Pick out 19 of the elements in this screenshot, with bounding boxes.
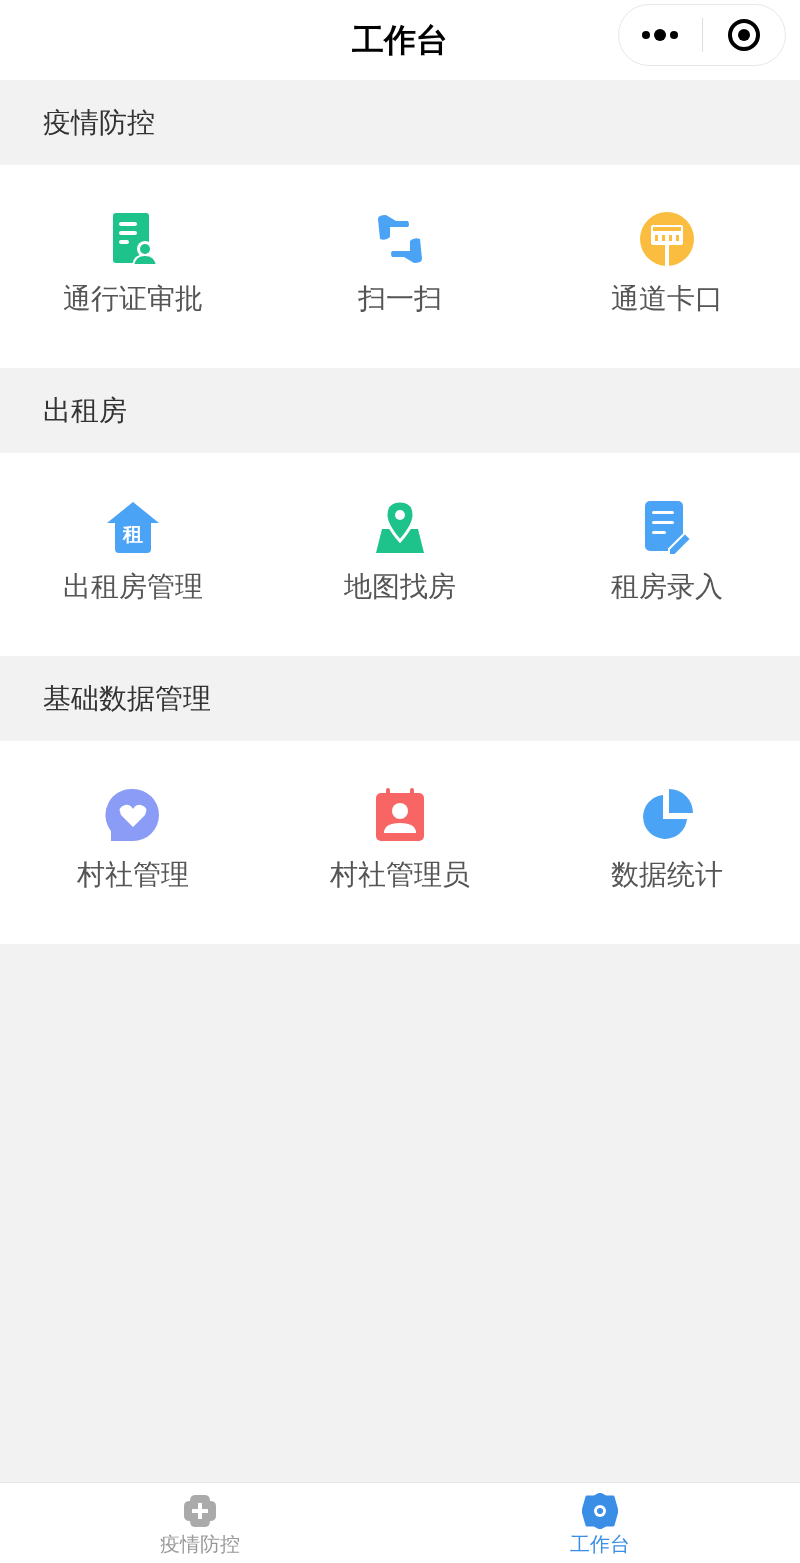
section-title: 疫情防控 [43,105,155,140]
feature-tile[interactable]: 扫一扫 [266,165,534,368]
feature-tile[interactable]: 数据统计 [533,741,800,944]
feature-tile[interactable]: 租房录入 [533,453,800,656]
feature-tile[interactable]: 通行证审批 [0,165,267,368]
target-icon [726,18,761,52]
feature-tile[interactable]: 租 出租房管理 [0,453,267,656]
barrier-gate-icon [638,211,695,267]
feature-tile[interactable]: 村社管理员 [266,741,534,944]
feature-tile[interactable]: 地图找房 [266,453,534,656]
more-icon [641,28,680,42]
section-title: 基础数据管理 [43,681,211,716]
section-title: 出租房 [43,393,127,428]
settings-icon [582,1493,618,1529]
feature-tile[interactable]: 村社管理 [0,741,267,944]
chat-heart-icon [105,787,162,843]
page-title: 工作台 [352,21,448,60]
medical-cross-icon [182,1493,218,1529]
feature-tile[interactable]: 通道卡口 [533,165,800,368]
